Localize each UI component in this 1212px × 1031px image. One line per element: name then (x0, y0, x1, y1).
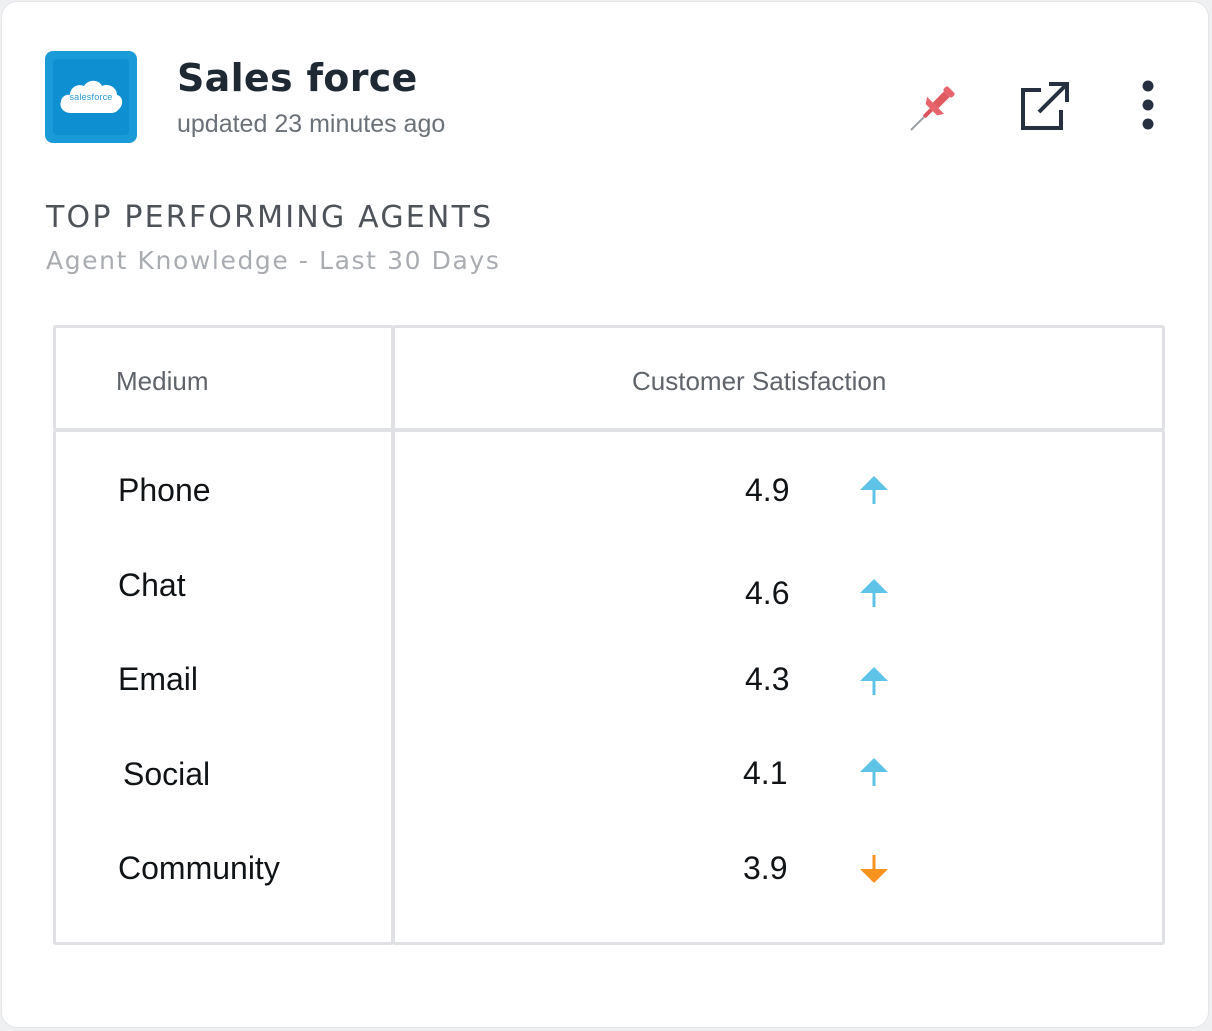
trend-up-icon (860, 758, 888, 786)
trend-up-icon (860, 579, 888, 607)
table-header-medium-cell (53, 325, 394, 431)
column-header-medium: Medium (116, 366, 209, 396)
trend-up-icon (860, 667, 888, 695)
row-score-social: 4.1 (743, 755, 788, 791)
row-score-email: 4.3 (745, 661, 790, 697)
pin-icon[interactable] (907, 80, 961, 134)
salesforce-logo-tile: salesforce (53, 59, 129, 135)
salesforce-widget-card: salesforce Sales force updated 23 minute… (1, 1, 1209, 1028)
row-medium-phone: Phone (118, 472, 211, 508)
more-vertical-icon[interactable] (1134, 80, 1164, 134)
external-link-icon[interactable] (1017, 80, 1073, 134)
row-score-phone: 4.9 (745, 472, 790, 508)
salesforce-logo-text: salesforce (69, 92, 113, 102)
row-score-chat: 4.6 (745, 575, 790, 611)
app-title: Sales force (177, 56, 418, 100)
row-medium-chat: Chat (118, 567, 186, 603)
trend-down-icon (860, 855, 888, 883)
section-title: TOP PERFORMING AGENTS (46, 200, 494, 235)
trend-up-icon (860, 476, 888, 504)
row-medium-social: Social (123, 756, 211, 792)
section-subtitle: Agent Knowledge - Last 30 Days (46, 246, 501, 275)
updated-timestamp: updated 23 minutes ago (177, 110, 446, 138)
row-score-community: 3.9 (743, 850, 788, 886)
row-medium-community: Community (118, 850, 280, 886)
row-medium-email: Email (118, 661, 199, 697)
salesforce-logo: salesforce (45, 51, 137, 143)
column-header-customer-satisfaction: Customer Satisfaction (632, 366, 887, 396)
